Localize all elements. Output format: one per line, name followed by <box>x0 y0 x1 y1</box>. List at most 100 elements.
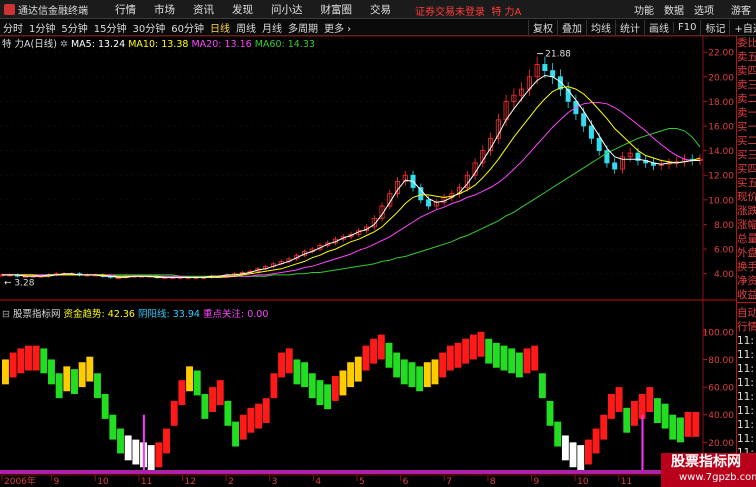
indicator-bar <box>462 338 470 364</box>
quote-field-label: 买三 <box>737 149 756 161</box>
candle-body <box>612 162 618 170</box>
quote-field-label: 净资 <box>737 275 756 287</box>
indicator-bar <box>109 414 117 440</box>
indicator-bar <box>370 338 378 364</box>
indicator-bar <box>25 345 32 371</box>
time-tick-label: 12 <box>185 477 196 487</box>
candle-body <box>581 113 587 127</box>
indicator-bar <box>454 342 462 368</box>
indicator-bar <box>531 345 539 371</box>
indicator-bar <box>408 362 416 388</box>
indicator-bar <box>523 348 531 374</box>
candle-body <box>550 70 556 78</box>
indicator-bar <box>653 398 661 424</box>
quote-field-label: 换手 <box>737 261 756 273</box>
indicator-bar <box>147 445 155 470</box>
time-tick-label: 11 <box>141 477 152 487</box>
stock-name: 特 力A <box>2 39 31 50</box>
indicator-bar <box>124 435 132 461</box>
indicator-bar <box>178 380 186 406</box>
indicator-bar <box>400 359 408 385</box>
price-chart[interactable]: 22.00 20.00 18.00 16.00 14.00 12.00 10.00 8.00 6… <box>0 0 736 487</box>
indicator-bar <box>554 421 562 447</box>
price-tick-label: 14.00 <box>708 147 734 157</box>
candle-body <box>588 125 594 139</box>
candle-body <box>596 137 602 152</box>
indicator-bar <box>485 338 493 364</box>
indicator-bar <box>2 359 9 385</box>
indicator-bar <box>232 421 240 447</box>
indicator-bar <box>615 387 623 412</box>
indicator-bar <box>561 435 569 461</box>
indicator-bar <box>316 380 324 406</box>
indicator-menu-icon[interactable]: ⊟ <box>2 309 10 320</box>
indicator-bar <box>301 362 309 388</box>
quote-field-label: 卖三 <box>737 79 756 91</box>
price-tick-label: 4.00 <box>714 270 734 280</box>
price-tick-label: 6.00 <box>714 246 734 256</box>
quote-field-label: 卖一 <box>737 107 756 119</box>
indicator-name[interactable]: 股票指标网 <box>13 309 61 320</box>
indicator-bar <box>469 334 477 360</box>
time-tick-label: 2 <box>228 477 234 487</box>
indicator-bar <box>692 411 700 437</box>
fund-trend-label: 资金趋势: 42.36 <box>63 309 135 320</box>
indicator-bar <box>684 411 692 437</box>
time-tick-label: 9 <box>54 477 60 487</box>
indicator-bar <box>193 370 201 396</box>
indicator-bar <box>416 366 424 392</box>
low-price-label: ← 3.28 <box>4 279 35 289</box>
indicator-bar <box>40 348 48 374</box>
indicator-bar <box>94 373 101 399</box>
time-tick-label: 4 <box>315 477 321 487</box>
indicator-bar <box>607 394 615 419</box>
candlesticks <box>0 56 703 279</box>
time-tick-label: 7 <box>446 477 452 487</box>
indicator-bar <box>101 394 109 419</box>
time-axis: 2006年910111223456789101112 <box>1 475 676 487</box>
time-tick-label: 8 <box>490 477 496 487</box>
ma-gear-icon[interactable]: ✲ <box>60 39 68 50</box>
quote-field-label: 委比 <box>737 37 756 49</box>
indicator-bar <box>623 407 631 433</box>
tick-time-label: 11: <box>737 335 754 347</box>
chart-annotations: 21.88 ← 3.28 <box>4 50 571 289</box>
ma20-label: MA20: 13.16 <box>191 39 252 50</box>
price-tick-label: 12.00 <box>708 172 734 182</box>
indicator-bar <box>669 414 677 440</box>
indicator-bar <box>216 380 224 406</box>
tick-time-label: 11: <box>737 419 754 431</box>
price-tick-label: 8.00 <box>714 221 734 231</box>
indicator-bar <box>339 370 347 396</box>
indicator-bar <box>592 428 600 454</box>
indicator-bar <box>278 352 286 378</box>
indicator-bar <box>439 352 447 378</box>
indicator-bar <box>324 384 332 410</box>
indicator-bar <box>477 331 485 357</box>
quote-field-label: 卖二 <box>737 93 756 105</box>
main-chart-title: 特 力A(日线) ✲ MA5: 13.24 MA10: 13.38 MA20: … <box>2 36 315 50</box>
price-tick-label: 18.00 <box>708 98 734 108</box>
indicator-bar <box>347 362 355 388</box>
tick-time-label: 11: <box>737 433 754 445</box>
tick-time-label: 自动 <box>737 307 756 319</box>
period-label: (日线) <box>30 39 57 50</box>
price-tick-label: 22.00 <box>708 49 734 59</box>
indicator-bar <box>247 407 255 433</box>
tick-time-label: 11: <box>737 377 754 389</box>
indicator-bar <box>446 345 454 371</box>
indicator-bar <box>308 373 316 399</box>
indicator-bar <box>646 387 654 412</box>
ma10-label: MA10: 13.38 <box>128 39 189 50</box>
indicator-bar <box>630 400 638 426</box>
indicator-bar <box>117 428 124 454</box>
price-axis: 22.00 20.00 18.00 16.00 14.00 12.00 10.00 8.00 6… <box>0 49 734 280</box>
indicator-bar <box>508 348 516 374</box>
quote-field-label: 收益 <box>737 289 756 301</box>
tick-time-label: 11: <box>737 391 754 403</box>
quote-field-label: 买四 <box>737 163 756 175</box>
indicator-bar <box>377 334 385 360</box>
indicator-bar <box>9 352 17 378</box>
quote-field-label: 卖四 <box>737 65 756 77</box>
indicator-bar <box>224 400 232 426</box>
